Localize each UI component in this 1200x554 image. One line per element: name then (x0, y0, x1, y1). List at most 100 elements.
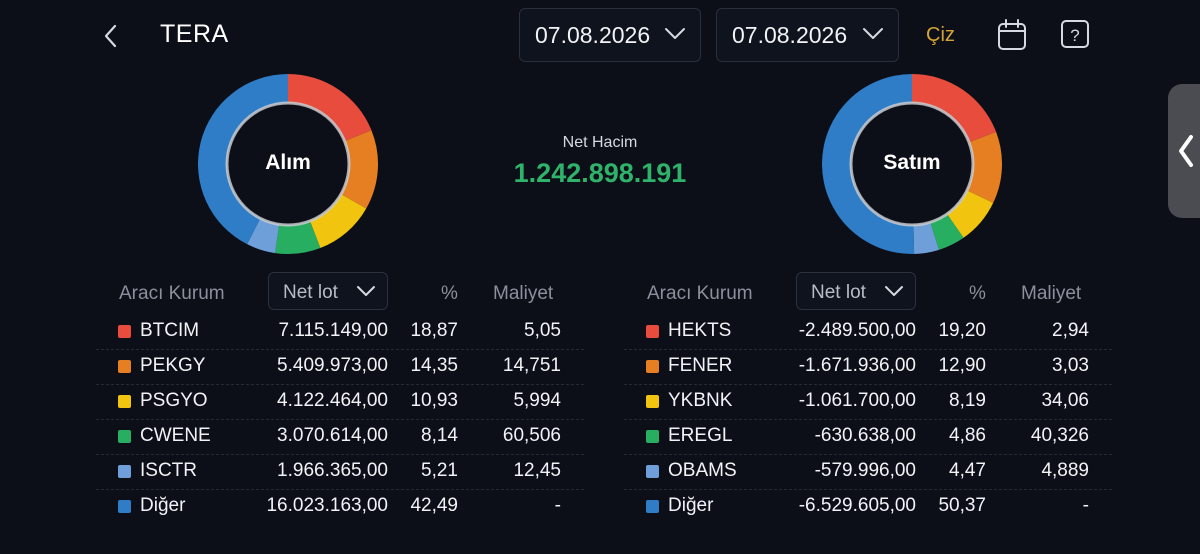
chevron-down-icon (863, 28, 883, 39)
buy-cost-header: Maliyet (493, 283, 554, 304)
draw-button[interactable]: Çiz (926, 24, 955, 47)
buy-netlot-select[interactable]: Net lot (268, 272, 388, 310)
legend-swatch (118, 430, 131, 443)
net-volume-label: Net Hacim (562, 134, 638, 151)
legend-swatch (118, 325, 131, 338)
sell-broker-header: Aracı Kurum (647, 283, 753, 304)
buy-pct-header: % (441, 283, 458, 304)
table-row[interactable]: ISCTR 1.966.365,00 5,21 12,45 (96, 455, 584, 490)
legend-swatch (646, 500, 659, 513)
net-lot-value: 7.115.149,00 (278, 320, 388, 341)
table-row[interactable]: Diğer 16.023.163,00 42,49 - (96, 490, 584, 525)
cost-value: 40,326 (1030, 425, 1089, 446)
legend-swatch (646, 465, 659, 478)
table-row[interactable]: PEKGY 5.409.973,00 14,35 14,751 (96, 350, 584, 385)
sell-pct-header: % (969, 283, 986, 304)
cost-value: 60,506 (502, 425, 561, 446)
calendar-icon[interactable] (996, 18, 1028, 57)
percent-value: 42,49 (410, 495, 458, 516)
table-row[interactable]: FENER -1.671.936,00 12,90 3,03 (624, 350, 1112, 385)
percent-value: 5,21 (421, 460, 458, 481)
net-lot-value: 1.966.365,00 (277, 460, 388, 481)
cost-value: 12,45 (513, 460, 561, 481)
legend-swatch (646, 395, 659, 408)
legend-swatch (646, 325, 659, 338)
net-volume-value: 1.242.898.191 (513, 158, 687, 188)
date-from-select[interactable]: 07.08.2026 (519, 8, 701, 62)
percent-value: 10,93 (410, 390, 458, 411)
cost-value: 34,06 (1041, 390, 1089, 411)
percent-value: 12,90 (938, 355, 986, 376)
broker-name: HEKTS (668, 320, 732, 341)
cost-value: - (554, 495, 561, 516)
broker-name: Diğer (140, 495, 186, 516)
buy-label: Alım (265, 151, 311, 174)
table-row[interactable]: BTCIM 7.115.149,00 18,87 5,05 (96, 315, 584, 350)
sell-cost-header: Maliyet (1021, 283, 1082, 304)
percent-value: 4,86 (949, 425, 986, 446)
broker-name: BTCIM (140, 320, 200, 341)
chevron-left-icon (1179, 135, 1193, 167)
table-row[interactable]: PSGYO 4.122.464,00 10,93 5,994 (96, 385, 584, 420)
side-panel-handle[interactable] (1168, 84, 1200, 218)
net-lot-value: 3.070.614,00 (277, 425, 388, 446)
chevron-down-icon (885, 286, 903, 296)
sell-netlot-select[interactable]: Net lot (796, 272, 916, 310)
date-to-select[interactable]: 07.08.2026 (716, 8, 899, 62)
cost-value: - (1082, 495, 1089, 516)
net-lot-value: -1.671.936,00 (798, 355, 916, 376)
broker-name: CWENE (140, 425, 211, 446)
net-lot-value: -579.996,00 (814, 460, 916, 481)
legend-swatch (118, 360, 131, 373)
page-title: TERA (160, 20, 229, 48)
cost-value: 5,994 (513, 390, 561, 411)
percent-value: 19,20 (938, 320, 986, 341)
legend-swatch (646, 430, 659, 443)
broker-name: EREGL (668, 425, 733, 446)
table-row[interactable]: CWENE 3.070.614,00 8,14 60,506 (96, 420, 584, 455)
svg-text:?: ? (1070, 26, 1079, 45)
broker-name: PSGYO (140, 390, 208, 411)
legend-swatch (118, 465, 131, 478)
cost-value: 2,94 (1052, 320, 1089, 341)
table-row[interactable]: HEKTS -2.489.500,00 19,20 2,94 (624, 315, 1112, 350)
percent-value: 18,87 (410, 320, 458, 341)
buy-broker-header: Aracı Kurum (119, 283, 225, 304)
legend-swatch (118, 395, 131, 408)
cost-value: 14,751 (502, 355, 561, 376)
buy-netlot-label: Net lot (283, 282, 338, 303)
net-lot-value: -6.529.605,00 (798, 495, 916, 516)
cost-value: 5,05 (524, 320, 561, 341)
chevron-down-icon (357, 286, 375, 296)
sell-label: Satım (883, 151, 941, 174)
chevron-down-icon (665, 28, 685, 39)
percent-value: 8,14 (421, 425, 458, 446)
percent-value: 50,37 (938, 495, 986, 516)
percent-value: 8,19 (949, 390, 986, 411)
broker-name: Diğer (668, 495, 714, 516)
cost-value: 3,03 (1052, 355, 1089, 376)
net-lot-value: 16.023.163,00 (266, 495, 388, 516)
broker-name: YKBNK (668, 390, 733, 411)
broker-name: PEKGY (140, 355, 206, 376)
net-lot-value: 5.409.973,00 (277, 355, 388, 376)
broker-name: FENER (668, 355, 733, 376)
date-from-value: 07.08.2026 (535, 22, 651, 48)
table-row[interactable]: OBAMS -579.996,00 4,47 4,889 (624, 455, 1112, 490)
legend-swatch (646, 360, 659, 373)
table-row[interactable]: Diğer -6.529.605,00 50,37 - (624, 490, 1112, 525)
table-row[interactable]: YKBNK -1.061.700,00 8,19 34,06 (624, 385, 1112, 420)
table-row[interactable]: EREGL -630.638,00 4,86 40,326 (624, 420, 1112, 455)
percent-value: 4,47 (949, 460, 986, 481)
legend-swatch (118, 500, 131, 513)
date-to-value: 07.08.2026 (732, 22, 848, 48)
broker-name: OBAMS (668, 460, 737, 481)
percent-value: 14,35 (410, 355, 458, 376)
net-lot-value: 4.122.464,00 (277, 390, 388, 411)
broker-name: ISCTR (140, 460, 197, 481)
net-lot-value: -2.489.500,00 (798, 320, 916, 341)
cost-value: 4,889 (1041, 460, 1089, 481)
sell-netlot-label: Net lot (811, 282, 866, 303)
help-icon[interactable]: ? (1060, 18, 1090, 55)
back-chevron-icon[interactable] (96, 20, 128, 52)
